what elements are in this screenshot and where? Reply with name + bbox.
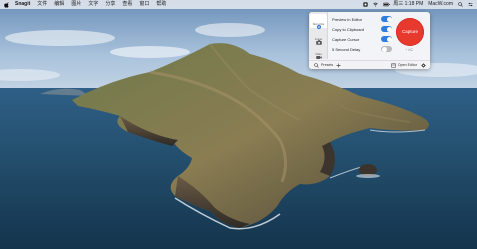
capture-button[interactable]: Capture xyxy=(396,18,424,46)
option-label: Preview in Editor xyxy=(332,16,363,22)
menubar-date[interactable]: 周三 1:18 PM xyxy=(393,0,423,9)
menu-bar: Snagit 文件 编辑 图片 文字 分享 查看 窗口 帮助 周三 1:18 P… xyxy=(0,0,477,9)
menu-help[interactable]: 帮助 xyxy=(156,0,166,9)
menu-image[interactable]: 图片 xyxy=(71,0,81,9)
mode-all-in-one[interactable]: All-in-One xyxy=(310,14,327,29)
option-capture-cursor: Capture Cursor xyxy=(332,35,392,43)
magnifier-icon[interactable] xyxy=(314,62,319,68)
wifi-icon[interactable] xyxy=(373,2,378,7)
reset-icon[interactable] xyxy=(417,13,422,26)
capture-hotkey-label: ⌃⇧C xyxy=(405,48,413,52)
snagit-capture-panel: All-in-One Image Video Preview in Editor… xyxy=(309,12,430,69)
option-preview-in-editor: Preview in Editor xyxy=(332,15,392,23)
apple-menu-icon[interactable] xyxy=(4,2,9,8)
menubar-site-label: MacW.com xyxy=(428,1,453,7)
control-center-icon[interactable] xyxy=(468,2,473,7)
crosshair-icon xyxy=(316,17,322,29)
capture-cursor-toggle[interactable] xyxy=(381,36,392,42)
menu-text[interactable]: 文字 xyxy=(88,0,98,9)
panel-footer: Presets Open Editor xyxy=(309,60,430,69)
menu-window[interactable]: 窗口 xyxy=(139,0,149,9)
option-label: Copy to Clipboard xyxy=(332,26,365,32)
mode-label: All-in-One xyxy=(312,22,325,26)
search-icon[interactable] xyxy=(458,2,463,7)
video-camera-icon xyxy=(315,47,322,59)
snagit-status-icon[interactable] xyxy=(363,2,368,7)
add-preset-icon[interactable] xyxy=(336,63,341,68)
presets-button[interactable]: Presets xyxy=(321,63,333,67)
mode-image[interactable]: Image xyxy=(310,29,327,45)
option-label: Capture Cursor xyxy=(332,36,360,42)
open-editor-button[interactable]: Open Editor xyxy=(398,63,417,67)
option-copy-to-clipboard: Copy to Clipboard xyxy=(332,25,392,33)
gear-icon[interactable] xyxy=(421,62,426,68)
editor-icon xyxy=(391,62,396,68)
battery-icon[interactable] xyxy=(383,2,390,7)
menu-edit[interactable]: 编辑 xyxy=(54,0,64,9)
preview-in-editor-toggle[interactable] xyxy=(381,16,392,22)
option-label: 5 Second Delay xyxy=(332,46,361,52)
mode-video[interactable]: Video xyxy=(310,44,327,59)
capture-mode-sidebar: All-in-One Image Video xyxy=(309,12,328,59)
camera-icon xyxy=(315,32,322,45)
5-second-delay-toggle[interactable] xyxy=(381,46,392,52)
menu-view[interactable]: 查看 xyxy=(122,0,132,9)
menu-app-name[interactable]: Snagit xyxy=(15,0,30,9)
menu-file[interactable]: 文件 xyxy=(37,0,47,9)
menubar-status-area: 周三 1:18 PM MacW.com xyxy=(363,0,473,9)
copy-to-clipboard-toggle[interactable] xyxy=(381,26,392,32)
mode-label: Image xyxy=(314,37,323,41)
menu-share[interactable]: 分享 xyxy=(105,0,115,9)
mode-label: Video xyxy=(315,52,322,56)
option-5-second-delay: 5 Second Delay xyxy=(332,45,392,53)
